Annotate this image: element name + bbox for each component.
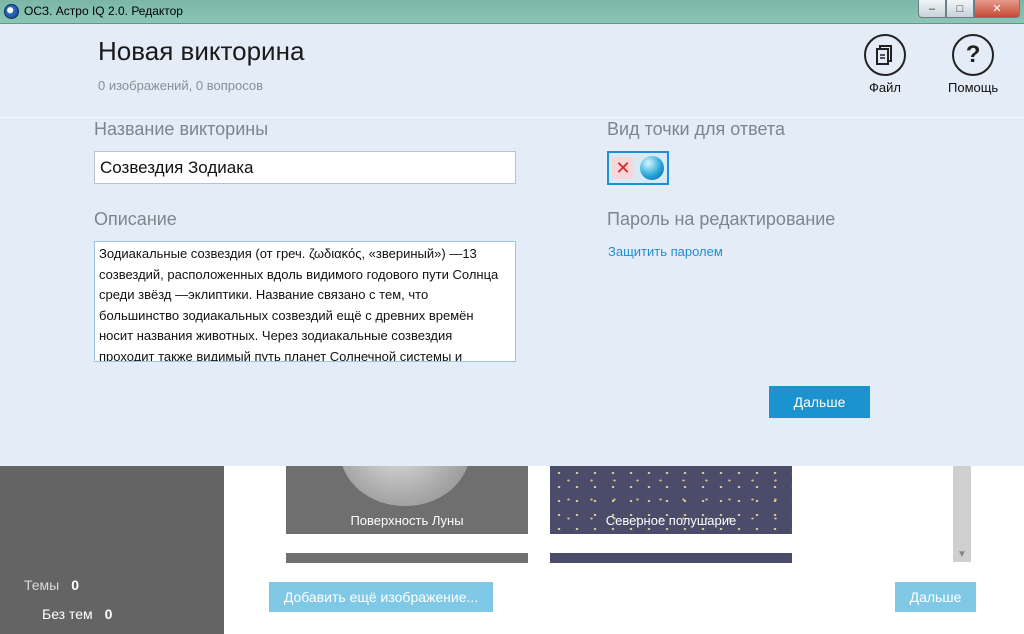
image-label: Поверхность Луны — [350, 513, 464, 528]
image-label: Северное полушарие — [605, 513, 737, 528]
gallery-scrollbar[interactable]: ▼ — [953, 466, 971, 562]
page-title: Новая викторина — [98, 36, 305, 66]
scroll-down-icon[interactable]: ▼ — [957, 549, 967, 560]
description-textarea[interactable]: Зодиакальные созвездия (от греч. ζωδιακό… — [94, 241, 516, 362]
add-image-button[interactable]: Добавить ещё изображение... — [269, 582, 493, 612]
file-label: Файл — [869, 80, 901, 95]
window-title: ОСЗ. Астро IQ 2.0. Редактор — [24, 4, 183, 18]
password-label: Пароль на редактирование — [607, 209, 836, 229]
next-button[interactable]: Дальше — [769, 386, 870, 418]
themes-label: Темы — [24, 577, 60, 593]
window-controls: – □ ✕ — [918, 0, 1020, 18]
description-label: Описание — [94, 209, 177, 229]
file-icon — [864, 34, 906, 76]
sidebar-item-no-themes[interactable]: Без тем 0 — [42, 606, 112, 622]
image-thumb-north[interactable]: Северное полушарие — [550, 466, 792, 534]
app-logo-icon — [4, 4, 19, 19]
header-divider — [0, 117, 1024, 118]
no-themes-count: 0 — [104, 606, 113, 622]
new-quiz-panel: Новая викторина 0 изображений, 0 вопросо… — [0, 24, 1024, 466]
ball-icon[interactable] — [640, 156, 664, 180]
moon-image — [340, 466, 470, 506]
help-label: Помощь — [948, 80, 999, 95]
help-button[interactable]: ? Помощь — [948, 34, 998, 95]
point-type-selector[interactable]: ✕ — [607, 151, 669, 185]
image-thumb-partial[interactable] — [550, 553, 792, 563]
cross-icon[interactable]: ✕ — [612, 157, 634, 179]
themes-count: 0 — [71, 577, 80, 593]
no-themes-label: Без тем — [42, 606, 93, 622]
sidebar-item-themes[interactable]: Темы 0 — [24, 577, 79, 593]
protect-password-link[interactable]: Защитить паролем — [608, 244, 723, 259]
page-subtitle: 0 изображений, 0 вопросов — [98, 78, 264, 93]
point-type-label: Вид точки для ответа — [607, 119, 785, 139]
gallery-next-button[interactable]: Дальше — [895, 582, 976, 612]
maximize-button[interactable]: □ — [946, 0, 974, 18]
quiz-name-label: Название викторины — [94, 119, 269, 139]
image-thumb-partial[interactable] — [286, 553, 528, 563]
image-thumb-moon[interactable]: Поверхность Луны — [286, 466, 528, 534]
file-button[interactable]: Файл — [864, 34, 906, 95]
minimize-button[interactable]: – — [918, 0, 946, 18]
close-button[interactable]: ✕ — [974, 0, 1020, 18]
window-titlebar: ОСЗ. Астро IQ 2.0. Редактор – □ ✕ — [0, 0, 1024, 24]
help-icon: ? — [952, 34, 995, 76]
quiz-name-input[interactable] — [94, 151, 516, 184]
